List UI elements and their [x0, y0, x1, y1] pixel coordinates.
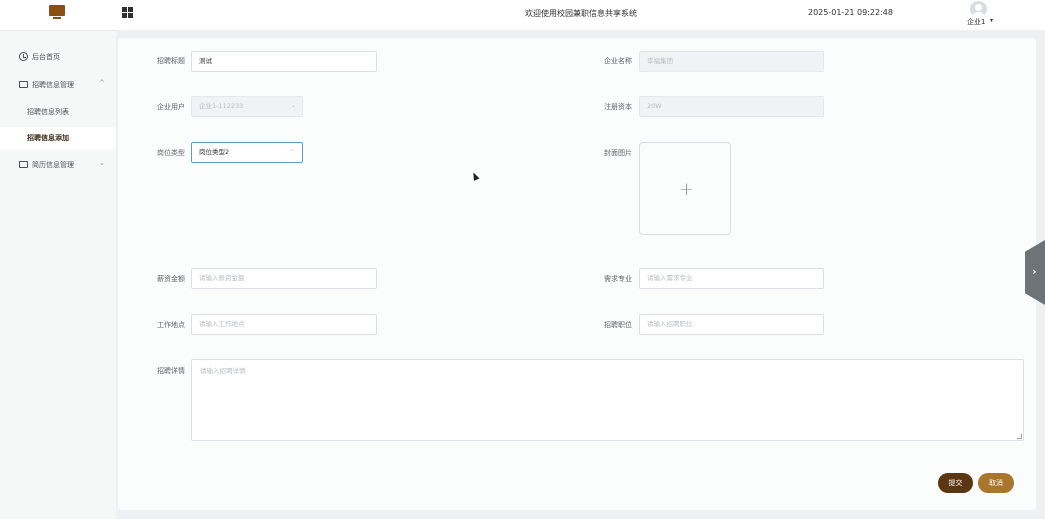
location-input[interactable]: 请输入工作地点: [191, 314, 377, 335]
chevron-up-icon: ^: [99, 79, 105, 87]
sidebar-item-label: 招聘信息添加: [27, 134, 69, 142]
avatar[interactable]: [970, 1, 987, 17]
sidebar-item-label: 招聘信息列表: [27, 108, 69, 116]
header-datetime: 2025-01-21 09:22:48: [808, 8, 893, 17]
box-icon: [19, 81, 28, 88]
caret-down-icon[interactable]: ▾: [990, 17, 993, 24]
account-label: 企业用户: [157, 103, 185, 111]
jobtype-select[interactable]: 岗位类型2: [191, 142, 303, 163]
sidebar-item-recruit-manage[interactable]: 招聘信息管理 ^: [0, 74, 116, 96]
title-input[interactable]: 测试: [191, 51, 377, 72]
grid-icon[interactable]: [122, 7, 133, 18]
capital-input: 20W: [639, 96, 824, 117]
title-label: 招聘标题: [157, 57, 185, 65]
chevron-right-icon: ›: [1032, 265, 1037, 278]
company-input: 幸福集团: [639, 51, 824, 72]
chevron-down-icon: ⌄: [99, 159, 105, 167]
top-header: 欢迎使用校园兼职信息共享系统 2025-01-21 09:22:48 企业1 ▾: [0, 0, 1045, 30]
salary-label: 薪资金额: [157, 275, 185, 283]
cancel-button[interactable]: 取消: [978, 473, 1014, 493]
major-label: 需求专业: [604, 275, 632, 283]
cover-label: 封面图片: [604, 149, 632, 157]
sidebar-item-home[interactable]: 后台首页: [0, 46, 116, 68]
cover-upload[interactable]: +: [639, 142, 731, 235]
sidebar-item-label: 招聘信息管理: [32, 81, 74, 89]
clock-icon: [19, 52, 28, 61]
company-label: 企业名称: [604, 57, 632, 65]
user-name[interactable]: 企业1: [967, 17, 985, 27]
jobtype-label: 岗位类型: [157, 149, 185, 157]
submit-button[interactable]: 提交: [938, 473, 973, 493]
position-label: 招聘职位: [604, 321, 632, 329]
detail-placeholder: 请输入招聘详情: [200, 367, 246, 375]
detail-label: 招聘详情: [157, 367, 185, 375]
monitor-icon[interactable]: [49, 5, 65, 20]
sidebar-item-label: 简历信息管理: [32, 161, 74, 169]
major-input[interactable]: 请输入需求专业: [639, 268, 824, 289]
chevron-down-icon[interactable]: ⌄: [289, 146, 294, 153]
box-icon: [19, 161, 28, 168]
resize-handle-icon[interactable]: [1017, 434, 1022, 439]
sidebar-item-recruit-list[interactable]: 招聘信息列表: [0, 101, 116, 123]
sidebar-item-resume-manage[interactable]: 简历信息管理 ⌄: [0, 154, 116, 176]
salary-input[interactable]: 请输入薪资金额: [191, 268, 377, 289]
plus-icon: +: [679, 179, 695, 200]
system-title: 欢迎使用校园兼职信息共享系统: [525, 9, 637, 18]
sidebar-item-label: 后台首页: [32, 53, 60, 61]
chevron-down-icon: ⌄: [291, 102, 297, 109]
account-select: 企业1-112233: [191, 96, 303, 117]
position-input[interactable]: 请输入招聘职位: [639, 314, 824, 335]
sidebar: 后台首页 招聘信息管理 ^ 招聘信息列表 招聘信息添加 简历信息管理 ⌄: [0, 30, 116, 519]
location-label: 工作地点: [157, 321, 185, 329]
detail-textarea[interactable]: 请输入招聘详情: [191, 359, 1024, 441]
sidebar-item-recruit-add[interactable]: 招聘信息添加: [0, 127, 116, 149]
capital-label: 注册资本: [604, 103, 632, 111]
